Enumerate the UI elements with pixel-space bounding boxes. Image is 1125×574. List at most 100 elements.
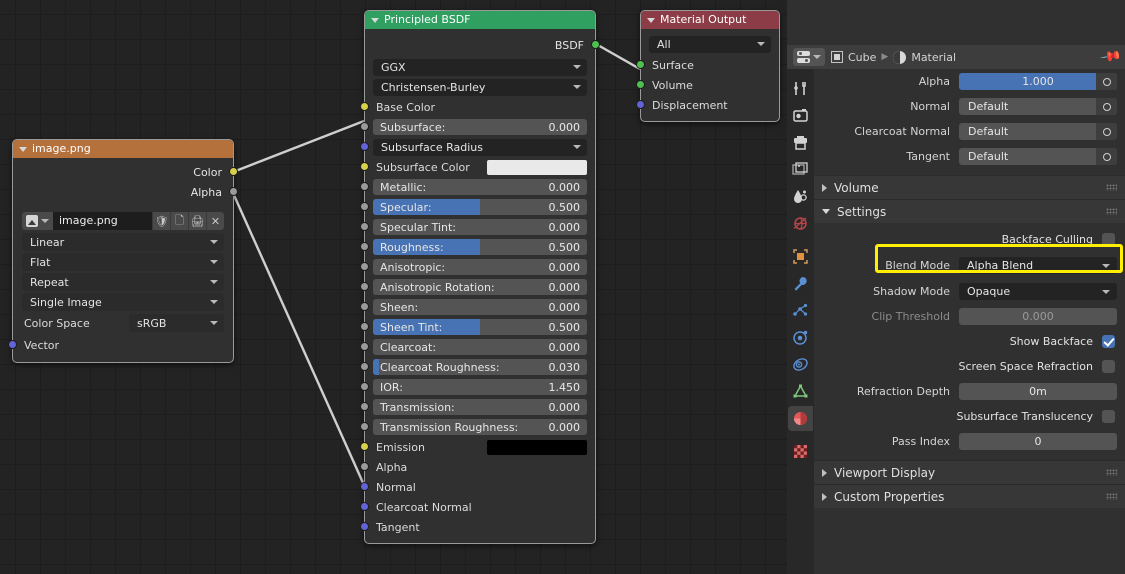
- socket-surface[interactable]: [636, 60, 645, 69]
- node-output-alpha[interactable]: Alpha: [13, 182, 233, 202]
- tab-render[interactable]: [788, 103, 813, 128]
- bsdf-input-row[interactable]: Normal: [365, 477, 595, 497]
- bsdf-input-row[interactable]: IOR:1.450: [365, 377, 595, 397]
- node-principled-bsdf[interactable]: Principled BSDF BSDF GGX Christensen-Bur…: [364, 10, 596, 544]
- socket-clearcoat-normal[interactable]: [360, 502, 369, 511]
- bsdf-slider[interactable]: Roughness:0.500: [373, 239, 587, 255]
- bsdf-slider[interactable]: Specular:0.500: [373, 199, 587, 215]
- subsurface-method-dropdown-row[interactable]: Christensen-Burley: [365, 77, 595, 97]
- panel-viewport-display[interactable]: Viewport Display: [814, 460, 1125, 484]
- breadcrumb-material[interactable]: Material: [911, 51, 956, 64]
- socket-transmission-roughness[interactable]: [360, 422, 369, 431]
- collapse-triangle-icon[interactable]: [647, 18, 655, 23]
- node-header-output[interactable]: Material Output: [641, 11, 779, 29]
- screen-space-refraction-checkbox[interactable]: [1102, 360, 1115, 373]
- refraction-depth-row[interactable]: Refraction Depth 0m: [814, 379, 1125, 404]
- node-input-volume[interactable]: Volume: [641, 75, 779, 95]
- properties-content[interactable]: Alpha1.000NormalDefaultClearcoat NormalD…: [814, 69, 1125, 574]
- bsdf-input-row[interactable]: Roughness:0.500: [365, 237, 595, 257]
- image-datablock-row[interactable]: image.png 🛡 🗋 🖨 ✕: [22, 212, 224, 230]
- socket-transmission[interactable]: [360, 402, 369, 411]
- properties-editor[interactable]: Cube ▶ Material 📌: [787, 0, 1125, 574]
- shadow-mode-row[interactable]: Shadow Mode Opaque: [814, 279, 1125, 304]
- tab-tool[interactable]: [788, 76, 813, 101]
- bsdf-slider[interactable]: Subsurface:0.000: [373, 119, 587, 135]
- expand-triangle-icon[interactable]: [822, 184, 827, 192]
- bsdf-input-row[interactable]: Subsurface:0.000: [365, 117, 595, 137]
- tab-constraints[interactable]: [788, 352, 813, 377]
- bsdf-input-row[interactable]: Tangent: [365, 517, 595, 537]
- editor-type-button[interactable]: [793, 48, 825, 66]
- node-input-vector[interactable]: Vector: [13, 334, 233, 356]
- socket-anisotropic[interactable]: [360, 262, 369, 271]
- link-socket-icon[interactable]: [1096, 73, 1117, 90]
- socket-sheen[interactable]: [360, 302, 369, 311]
- node-input-displacement[interactable]: Displacement: [641, 95, 779, 115]
- bsdf-slider[interactable]: Metallic:0.000: [373, 179, 587, 195]
- socket-subsurface-color[interactable]: [360, 162, 369, 171]
- bsdf-input-row[interactable]: Transmission:0.000: [365, 397, 595, 417]
- bsdf-input-row[interactable]: Subsurface Radius: [365, 137, 595, 157]
- tab-output[interactable]: [788, 130, 813, 155]
- link-socket-icon[interactable]: [1096, 123, 1117, 140]
- bsdf-slider[interactable]: Sheen Tint:0.500: [373, 319, 587, 335]
- shield-icon[interactable]: 🛡: [152, 212, 170, 230]
- color-swatch[interactable]: [487, 160, 587, 175]
- socket-normal[interactable]: [360, 482, 369, 491]
- socket-alpha[interactable]: [360, 462, 369, 471]
- image-browse-button[interactable]: [22, 212, 53, 230]
- socket-emission[interactable]: [360, 442, 369, 451]
- subsurface-method-dropdown[interactable]: Christensen-Burley: [373, 79, 587, 96]
- bsdf-input-row[interactable]: Metallic:0.000: [365, 177, 595, 197]
- bsdf-input-row[interactable]: Sheen:0.000: [365, 297, 595, 317]
- socket-metallic[interactable]: [360, 182, 369, 191]
- distribution-dropdown[interactable]: GGX: [373, 59, 587, 76]
- panel-settings[interactable]: Settings: [814, 199, 1125, 223]
- extension-dropdown[interactable]: Repeat: [22, 273, 224, 291]
- bsdf-input-row[interactable]: Subsurface Color: [365, 157, 595, 177]
- properties-tab-strip[interactable]: [787, 69, 814, 574]
- node-image-texture[interactable]: image.png Color Alpha image.png 🛡 🗋 🖨: [12, 139, 234, 363]
- field-value-box[interactable]: 1.000: [959, 73, 1117, 90]
- collapse-triangle-icon[interactable]: [822, 209, 830, 214]
- tab-view-layer[interactable]: [788, 157, 813, 182]
- node-editor[interactable]: image.png Color Alpha image.png 🛡 🗋 🖨: [0, 0, 787, 574]
- bsdf-input-row[interactable]: Anisotropic:0.000: [365, 257, 595, 277]
- socket-vector[interactable]: [8, 340, 17, 349]
- panel-grip-icon[interactable]: [1106, 184, 1117, 191]
- bsdf-slider[interactable]: Clearcoat Roughness:0.030: [373, 359, 587, 375]
- panel-custom-properties[interactable]: Custom Properties: [814, 484, 1125, 508]
- bsdf-input-row[interactable]: Clearcoat Normal: [365, 497, 595, 517]
- distribution-dropdown-row[interactable]: GGX: [365, 57, 595, 77]
- bsdf-slider[interactable]: Clearcoat:0.000: [373, 339, 587, 355]
- link-socket-icon[interactable]: [1096, 148, 1117, 165]
- node-output-color[interactable]: Color: [13, 162, 233, 182]
- show-backface-row[interactable]: Show Backface: [814, 329, 1125, 354]
- bsdf-input-row[interactable]: Alpha: [365, 457, 595, 477]
- socket-sheen-tint[interactable]: [360, 322, 369, 331]
- tab-object[interactable]: [788, 244, 813, 269]
- close-icon[interactable]: ✕: [206, 212, 224, 230]
- show-backface-checkbox[interactable]: [1102, 335, 1115, 348]
- subsurface-translucency-row[interactable]: Subsurface Translucency: [814, 404, 1125, 429]
- socket-base-color[interactable]: [360, 102, 369, 111]
- pin-icon[interactable]: 📌: [1099, 45, 1122, 68]
- blend-mode-dropdown[interactable]: Alpha Blend: [959, 257, 1117, 274]
- source-dropdown[interactable]: Single Image: [22, 293, 224, 311]
- node-header-image[interactable]: image.png: [13, 140, 233, 158]
- bsdf-input-row[interactable]: Sheen Tint:0.500: [365, 317, 595, 337]
- backface-culling-row[interactable]: Backface Culling: [814, 227, 1125, 252]
- field-value-box[interactable]: Default: [959, 98, 1117, 115]
- breadcrumb-object[interactable]: Cube: [848, 51, 876, 64]
- bsdf-slider[interactable]: Specular Tint:0.000: [373, 219, 587, 235]
- socket-specular[interactable]: [360, 202, 369, 211]
- panel-grip-icon[interactable]: [1106, 493, 1117, 500]
- panel-volume[interactable]: Volume: [814, 175, 1125, 199]
- expand-triangle-icon[interactable]: [822, 469, 827, 477]
- socket-bsdf[interactable]: [591, 40, 600, 49]
- expand-triangle-icon[interactable]: [822, 493, 827, 501]
- bsdf-input-row[interactable]: Clearcoat Roughness:0.030: [365, 357, 595, 377]
- copy-icon[interactable]: 🗋: [170, 212, 188, 230]
- socket-subsurface[interactable]: [360, 122, 369, 131]
- bsdf-slider[interactable]: Anisotropic Rotation:0.000: [373, 279, 587, 295]
